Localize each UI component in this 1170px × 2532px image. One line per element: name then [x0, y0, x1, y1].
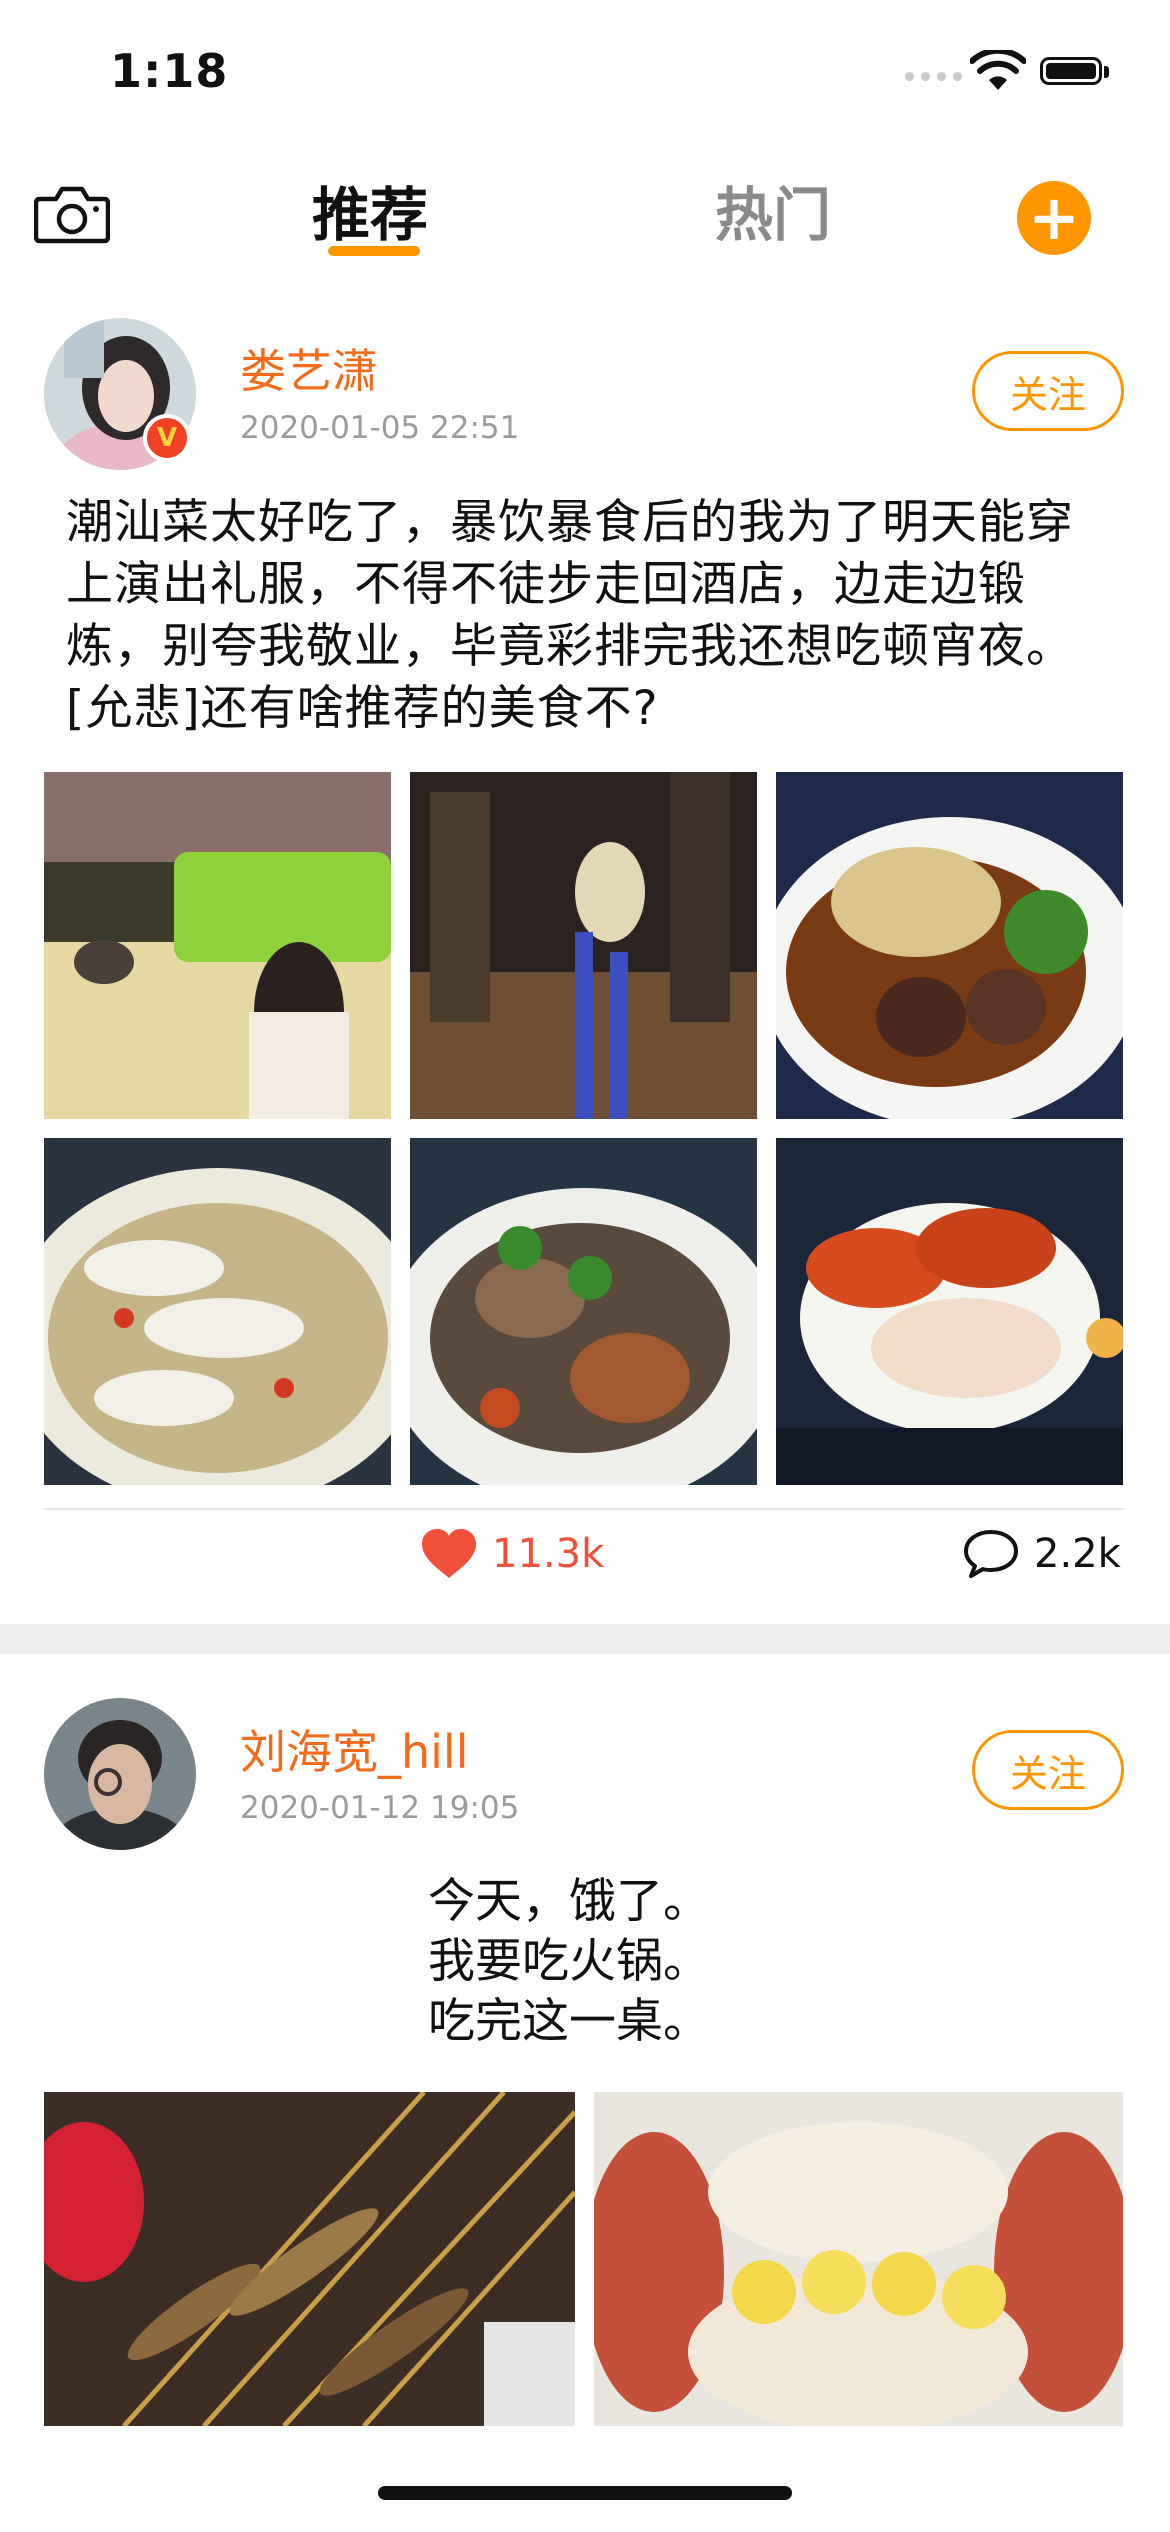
post-text: 潮汕菜太好吃了，暴饮暴食后的我为了明天能穿上演出礼服，不得不徒步走回酒店，边走边…	[66, 495, 1074, 736]
like-button[interactable]: 11.3k	[420, 1528, 604, 1580]
battery-icon	[1040, 57, 1102, 85]
cellular-signal-icon	[905, 72, 962, 81]
home-indicator	[378, 2486, 792, 2500]
follow-button[interactable]: 关注	[972, 1730, 1124, 1810]
post-photo[interactable]	[776, 772, 1123, 1119]
like-count: 11.3k	[492, 1531, 605, 1577]
post-username[interactable]: 刘海宽_hill	[240, 1716, 469, 1782]
post-timestamp: 2020-01-12 19:05	[240, 1790, 520, 1826]
top-nav-bar: 推荐 热门 +	[0, 150, 1170, 270]
add-post-button[interactable]: +	[1017, 181, 1091, 255]
post-actions-divider	[44, 1508, 1124, 1510]
post-photo[interactable]	[410, 1138, 757, 1485]
post-photo[interactable]	[44, 2092, 575, 2426]
post-photo[interactable]	[44, 1138, 391, 1485]
comment-button[interactable]: 2.2k	[962, 1528, 1121, 1580]
post-timestamp: 2020-01-05 22:51	[240, 410, 520, 446]
tab-hot[interactable]: 热门	[715, 168, 831, 252]
camera-icon[interactable]	[34, 183, 110, 245]
comment-icon	[964, 1530, 1018, 1578]
post-username[interactable]: 娄艺潇	[240, 335, 378, 401]
post-photo[interactable]	[410, 772, 757, 1119]
battery-tip	[1104, 66, 1109, 78]
post-photo[interactable]	[594, 2092, 1123, 2426]
comment-count: 2.2k	[1034, 1531, 1121, 1577]
status-bar: 1:18	[0, 0, 1170, 140]
avatar[interactable]	[44, 1698, 196, 1850]
tab-recommend[interactable]: 推荐	[312, 168, 428, 252]
post-text: 今天，饿了。 我要吃火锅。 吃完这一桌。	[428, 1874, 710, 2049]
status-time: 1:18	[110, 44, 229, 98]
wifi-icon	[970, 50, 1026, 90]
feed-screen: 1:18 推荐 热门 + V 娄艺潇 2020-01-05 22:51 关注 潮…	[0, 0, 1170, 2532]
active-tab-indicator	[328, 246, 420, 256]
verified-badge: V	[143, 414, 191, 462]
post-photo[interactable]	[44, 772, 391, 1119]
plus-icon: +	[1028, 181, 1080, 254]
post-photo[interactable]	[776, 1138, 1123, 1485]
post-separator	[0, 1624, 1170, 1654]
follow-button[interactable]: 关注	[972, 351, 1124, 431]
heart-icon	[422, 1529, 476, 1578]
